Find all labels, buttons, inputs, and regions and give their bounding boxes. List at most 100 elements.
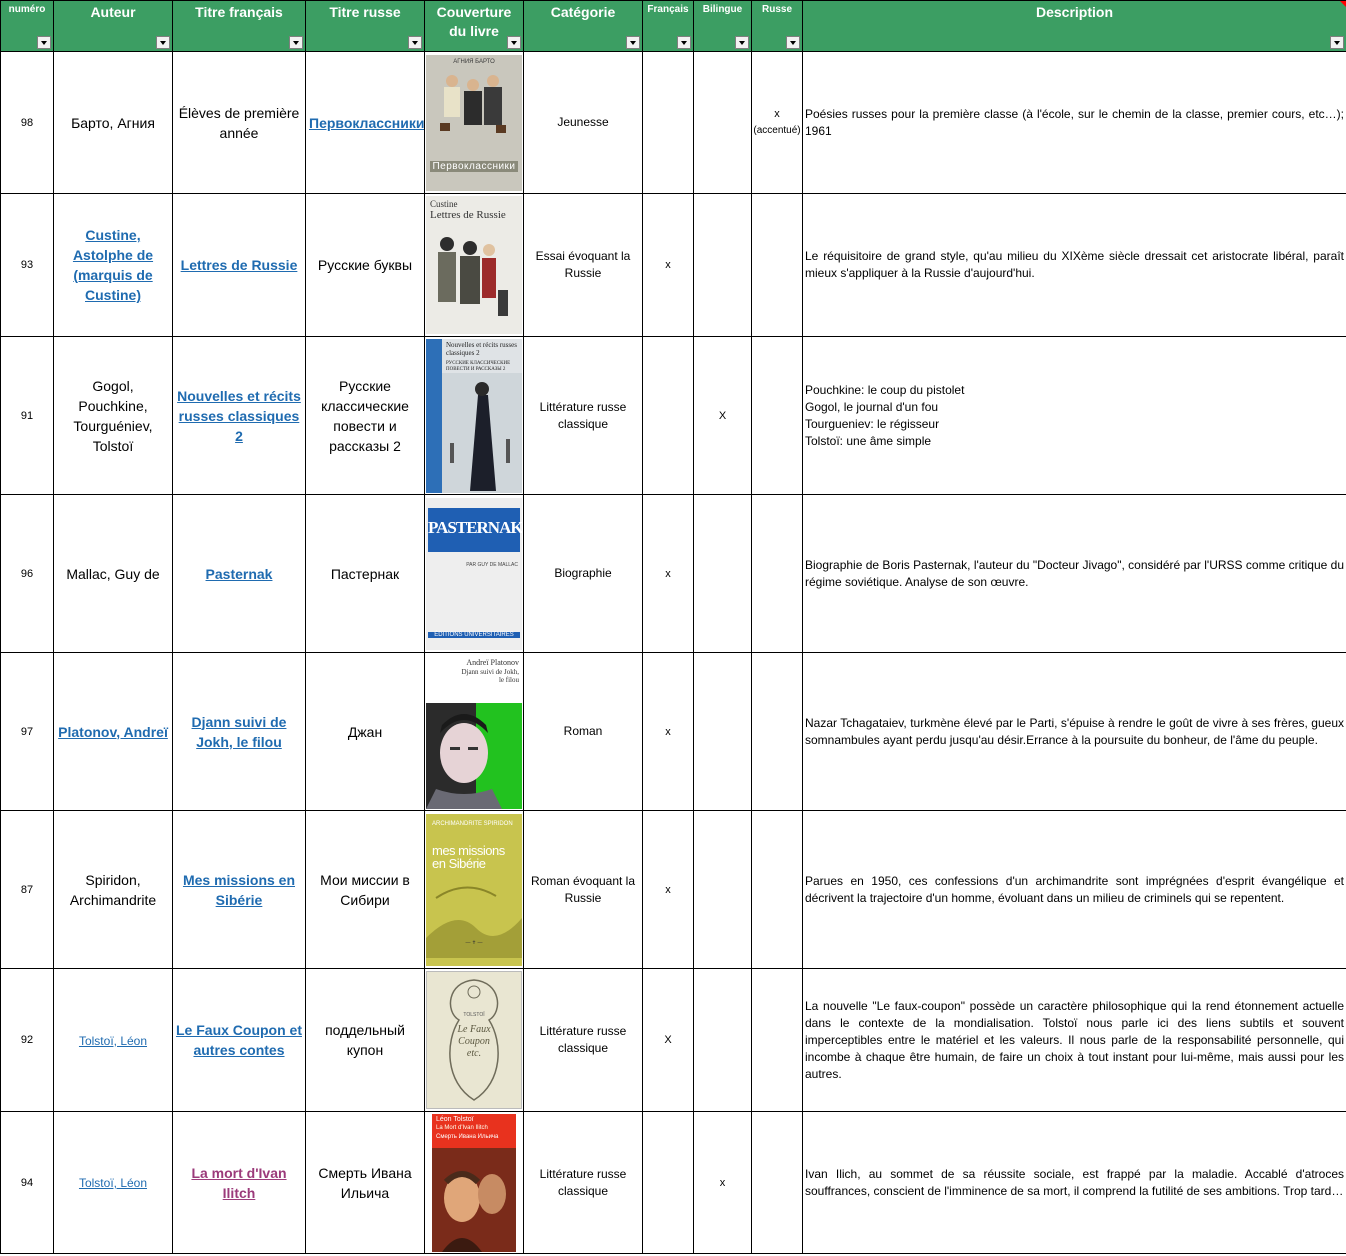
cover-title: Lettres de Russie [430, 209, 506, 221]
cell-titre-russe: Первоклассники [305, 51, 425, 194]
cover-publisher: ÉDITIONS UNIVERSITAIRES [428, 631, 520, 638]
title-ru-link[interactable]: Первоклассники [309, 115, 424, 131]
cover-illustration [426, 886, 522, 958]
cell-couverture: ARCHIMANDRITE SPIRIDON mes missions en S… [424, 810, 524, 969]
cover-portrait [426, 702, 522, 809]
desc-line: Gogol, le journal d'un fou [805, 399, 939, 414]
title-fr-link[interactable]: Lettres de Russie [181, 257, 298, 273]
cell-bilingue: x [693, 1111, 752, 1254]
table-row: 87 Spiridon, Archimandrite Mes missions … [0, 810, 1346, 969]
cover-author: АГНИЯ БАРТО [453, 58, 495, 65]
cover-author: Custine [430, 199, 458, 209]
table-row: 93 Custine, Astolphe de (marquis de Cust… [0, 193, 1346, 337]
cell-categorie: Littérature russe classique [523, 968, 643, 1112]
header-russe: Russe [751, 0, 803, 52]
cover-title: mes missions en Sibérie [432, 842, 505, 871]
cell-titre-francais: Lettres de Russie [172, 193, 306, 337]
cell-description: Biographie de Boris Pasternak, l'auteur … [802, 494, 1346, 653]
book-table: numéro Auteur Titre français Titre russe… [0, 0, 1346, 1254]
cell-titre-russe: поддельный купон [305, 968, 425, 1112]
cover-author: Léon Tolstoï [436, 1115, 474, 1123]
cell-categorie: Roman évoquant la Russie [523, 810, 643, 969]
cell-francais [642, 51, 694, 194]
cover-painting [432, 1147, 516, 1252]
cell-titre-russe: Мои миссии в Сибири [305, 810, 425, 969]
cover-title: PASTERNAK [428, 517, 522, 537]
cover-illustration [442, 372, 522, 493]
cover-author: Andreï Platonov [466, 657, 519, 667]
cell-numero: 91 [0, 336, 54, 495]
cell-auteur: Mallac, Guy de [53, 494, 173, 653]
table-row: 96 Mallac, Guy de Pasternak Пастернак PA… [0, 494, 1346, 653]
cover-title: Nouvelles et récits russes classiques 2 [446, 340, 517, 357]
title-fr-link[interactable]: Le Faux Coupon et autres contes [176, 1022, 302, 1058]
cell-description: Le réquisitoire de grand style, qu'au mi… [802, 193, 1346, 337]
cell-auteur: Platonov, Andreï [53, 652, 173, 811]
cell-description: Pouchkine: le coup du pistolet Gogol, le… [802, 336, 1346, 495]
desc-line: Tourgueniev: le régisseur [805, 416, 940, 431]
cover-title: Djann suivi de Jokh, le filou [461, 667, 519, 684]
cell-titre-francais: Nouvelles et récits russes classiques 2 [172, 336, 306, 495]
author-link[interactable]: Custine, Astolphe de (marquis de Custine… [73, 227, 153, 303]
cell-description: La nouvelle "Le faux-coupon" possède un … [802, 968, 1346, 1112]
author-link[interactable]: Platonov, Andreï [58, 724, 168, 740]
desc-line: Pouchkine: le coup du pistolet [805, 382, 965, 397]
cell-francais: x [642, 494, 694, 653]
table-row: 92 Tolstoï, Léon Le Faux Coupon et autre… [0, 968, 1346, 1112]
filter-dropdown-icon[interactable] [37, 36, 51, 49]
cell-russe: x (accentué) [751, 51, 803, 194]
header-titre-francais: Titre français [172, 0, 306, 52]
cell-bilingue [693, 810, 752, 969]
cover-title-ru: Смерть Ивана Ильича [436, 1133, 499, 1140]
book-cover-image: TOLSTOÏ Le Faux Coupon etc. [426, 971, 522, 1109]
author-link[interactable]: Tolstoï, Léon [79, 1176, 147, 1190]
cell-description: Parues en 1950, ces confessions d'un arc… [802, 810, 1346, 969]
cell-titre-russe: Пастернак [305, 494, 425, 653]
cell-titre-francais: Élèves de première année [172, 51, 306, 194]
title-fr-link[interactable]: Djann suivi de Jokh, le filou [192, 714, 287, 750]
cell-francais: X [642, 968, 694, 1112]
filter-dropdown-icon[interactable] [677, 36, 691, 49]
cell-russe [751, 193, 803, 337]
cover-illustration [438, 237, 508, 316]
title-fr-link[interactable]: Nouvelles et récits russes classiques 2 [177, 388, 301, 444]
cell-categorie: Jeunesse [523, 51, 643, 194]
cell-couverture: PASTERNAK PAR GUY DE MALLAC ÉDITIONS UNI… [424, 494, 524, 653]
book-cover-image: PASTERNAK PAR GUY DE MALLAC ÉDITIONS UNI… [426, 497, 522, 650]
cell-categorie: Littérature russe classique [523, 336, 643, 495]
cell-couverture: Nouvelles et récits russes classiques 2 … [424, 336, 524, 495]
filter-dropdown-icon[interactable] [156, 36, 170, 49]
cover-subtitle-ru: РУССКИЕ КЛАССИЧЕСКИЕ ПОВЕСТИ И РАССКАЗЫ … [446, 360, 511, 372]
header-numero: numéro [0, 0, 54, 52]
filter-dropdown-icon[interactable] [289, 36, 303, 49]
filter-dropdown-icon[interactable] [626, 36, 640, 49]
filter-dropdown-icon[interactable] [1330, 36, 1344, 49]
cell-francais [642, 1111, 694, 1254]
cell-auteur: Gogol, Pouchkine, Tourguéniev, Tolstoï [53, 336, 173, 495]
cover-author: ARCHIMANDRITE SPIRIDON [432, 820, 513, 827]
header-row: numéro Auteur Titre français Titre russe… [0, 0, 1346, 52]
cell-russe [751, 652, 803, 811]
russe-note: (accentué) [753, 125, 801, 136]
table-row: 91 Gogol, Pouchkine, Tourguéniev, Tolsto… [0, 336, 1346, 495]
cover-publisher: — ✝ — [465, 939, 483, 946]
cell-auteur: Custine, Astolphe de (marquis de Custine… [53, 193, 173, 337]
filter-dropdown-icon[interactable] [408, 36, 422, 49]
cell-auteur: Spiridon, Archimandrite [53, 810, 173, 969]
filter-dropdown-icon[interactable] [735, 36, 749, 49]
title-fr-link[interactable]: Mes missions en Sibérie [183, 872, 295, 908]
cell-couverture: TOLSTOÏ Le Faux Coupon etc. [424, 968, 524, 1112]
cell-bilingue: X [693, 336, 752, 495]
title-fr-link[interactable]: Pasternak [206, 566, 273, 582]
author-link[interactable]: Tolstoï, Léon [79, 1034, 147, 1048]
title-fr-link[interactable]: La mort d'Ivan Ilitch [191, 1165, 286, 1201]
filter-dropdown-icon[interactable] [507, 36, 521, 49]
russe-flag: x [774, 108, 780, 120]
table-row: 97 Platonov, Andreï Djann suivi de Jokh,… [0, 652, 1346, 811]
cell-titre-russe: Джан [305, 652, 425, 811]
filter-dropdown-icon[interactable] [786, 36, 800, 49]
cell-titre-russe: Смерть Ивана Ильича [305, 1111, 425, 1254]
book-cover-image: Léon Tolstoï La Mort d'Ivan Ilitch Смерт… [432, 1113, 516, 1252]
cell-titre-francais: Pasternak [172, 494, 306, 653]
cell-titre-francais: Djann suivi de Jokh, le filou [172, 652, 306, 811]
